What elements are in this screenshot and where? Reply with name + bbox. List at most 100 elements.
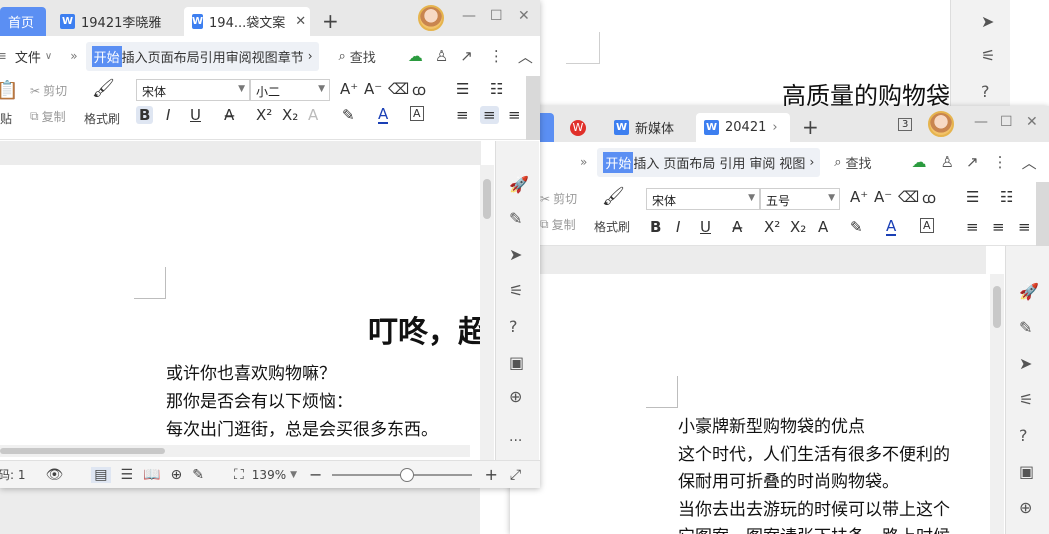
menu-icon[interactable]: ≡ — [0, 49, 7, 64]
pen-icon[interactable]: ✎ — [1019, 318, 1032, 337]
share-icon[interactable]: ↗ — [966, 153, 979, 171]
chevron-right-icon[interactable]: › — [308, 49, 313, 63]
menu-references[interactable]: 引用 — [719, 153, 745, 172]
doc-line[interactable]: 保耐用可折叠的时尚购物袋。 — [678, 467, 899, 492]
menu-view[interactable]: 视图 — [779, 153, 805, 172]
menu-home[interactable]: 开始 — [91, 45, 122, 67]
doc-line[interactable]: 这个时代，人们生活有很多不便利的 — [678, 440, 950, 465]
menu-insert[interactable]: 插入 — [122, 47, 148, 66]
align-right-icon[interactable]: ≡ — [508, 106, 521, 124]
bullet-list-icon[interactable]: ☰ — [456, 80, 469, 98]
zoom-value[interactable]: 139% — [252, 468, 286, 482]
format-painter-label[interactable]: 格式刷 — [594, 218, 630, 235]
number-list-icon[interactable]: ☷ — [490, 80, 503, 98]
ribbon-scroll-right[interactable] — [526, 76, 540, 140]
download-icon[interactable]: ⊕ — [509, 387, 522, 406]
doc-heading[interactable]: 叮咚，超 — [368, 307, 488, 351]
decrease-font-icon[interactable]: A⁻ — [874, 188, 892, 206]
superscript-icon[interactable]: X² — [256, 106, 272, 124]
chevron-down-icon[interactable]: ▼ — [290, 470, 297, 480]
font-color-icon[interactable]: A — [886, 218, 897, 236]
new-tab-plus-icon[interactable]: + — [322, 9, 339, 33]
doc-line[interactable]: 小豪牌新型购物袋的优点 — [678, 412, 865, 437]
font-color-icon[interactable]: A — [378, 106, 389, 124]
doc-line[interactable]: 它图案、图案请张下扶条，路上时候 — [678, 522, 950, 534]
font-family-select[interactable]: 宋体 ▼ — [136, 79, 250, 101]
zoom-slider-knob[interactable] — [400, 467, 415, 482]
bullet-list-icon[interactable]: ☰ — [966, 188, 979, 206]
minimize-icon[interactable]: — — [974, 114, 988, 130]
menu-review[interactable]: 审阅 — [226, 47, 252, 66]
horizontal-scrollbar-thumb[interactable] — [0, 448, 165, 454]
zoom-slider[interactable] — [332, 467, 473, 482]
page-indicator[interactable]: 码: 1 — [0, 466, 26, 483]
eye-icon[interactable]: 👁 — [46, 467, 64, 483]
align-right-icon[interactable]: ≡ — [1018, 218, 1031, 236]
menu-references[interactable]: 引用 — [200, 47, 226, 66]
menu-insert[interactable]: 插入 — [633, 153, 659, 172]
align-center-icon[interactable]: ≡ — [480, 106, 499, 124]
user-avatar[interactable] — [418, 5, 444, 31]
right-tab-newmedia[interactable]: W 新媒体 — [606, 113, 682, 142]
rocket-icon[interactable]: 🚀 — [509, 175, 529, 194]
maximize-icon[interactable]: ☐ — [1000, 114, 1013, 130]
menu-home[interactable]: 开始 — [603, 151, 634, 173]
cut-button[interactable]: ✂ 剪切 — [540, 190, 577, 207]
menu-view[interactable]: 视图 — [252, 47, 278, 66]
copy-button[interactable]: ⧉ 复制 — [540, 216, 576, 233]
fit-page-icon[interactable]: ⛶ — [234, 467, 244, 483]
menu-chapter[interactable]: 章节 — [278, 47, 304, 66]
format-painter-icon[interactable]: 🖌 — [602, 186, 625, 207]
italic-icon[interactable]: I — [676, 218, 680, 236]
italic-icon[interactable]: I — [166, 106, 170, 124]
menu-layout[interactable]: 页面布局 — [148, 47, 200, 66]
strikethrough-icon[interactable]: A̶ — [224, 106, 234, 124]
add-user-icon[interactable]: ♙ — [435, 47, 448, 65]
help-icon[interactable]: ? — [509, 317, 518, 336]
write-mode-icon[interactable]: ✎ — [192, 467, 204, 483]
sliders-icon[interactable]: ⚟ — [981, 46, 995, 65]
cloud-sync-icon[interactable]: ☁ — [912, 153, 927, 171]
font-size-select[interactable]: 小二 ▼ — [250, 79, 330, 101]
font-size-select[interactable]: 五号 ▼ — [760, 188, 840, 210]
web-view-icon[interactable]: ⊕ — [171, 467, 183, 483]
cut-button[interactable]: ✂ 剪切 — [30, 82, 67, 99]
page-view-icon[interactable]: ▤ — [91, 466, 111, 483]
cursor-icon[interactable]: ➤ — [1019, 354, 1032, 373]
sliders-icon[interactable]: ⚟ — [1019, 390, 1033, 409]
file-menu[interactable]: 文件 — [15, 47, 41, 66]
search-button[interactable]: ⌕ 查找 — [834, 153, 871, 172]
char-border-icon[interactable]: A — [410, 106, 424, 121]
bold-icon[interactable]: B — [650, 218, 661, 236]
rocket-icon[interactable]: 🚀 — [1019, 282, 1039, 301]
close-tab-icon[interactable]: ✕ — [295, 14, 306, 29]
tab-active-doc[interactable]: W 194...袋文案 ✕ — [184, 7, 310, 36]
format-painter-icon[interactable]: 🖌 — [92, 78, 115, 99]
increase-font-icon[interactable]: A⁺ — [850, 188, 868, 206]
right-wps-tab[interactable]: W — [562, 113, 594, 142]
phonetic-icon[interactable]: ꭃ — [412, 80, 426, 100]
superscript-icon[interactable]: X² — [764, 218, 780, 236]
image-edit-icon[interactable]: ▣ — [1019, 462, 1034, 481]
increase-font-icon[interactable]: A⁺ — [340, 80, 358, 98]
paste-label[interactable]: 贴 — [0, 110, 12, 127]
window-count-badge[interactable]: 3 — [898, 118, 913, 131]
subscript-icon[interactable]: X₂ — [790, 218, 806, 236]
right-vertical-scrollbar[interactable] — [990, 274, 1004, 534]
text-effect-icon[interactable]: A — [818, 218, 828, 236]
clear-format-icon[interactable]: ⌫ — [388, 80, 409, 98]
cursor-icon[interactable]: ➤ — [509, 245, 522, 264]
decrease-font-icon[interactable]: A⁻ — [364, 80, 382, 98]
more-menu-icon[interactable]: ⋮ — [993, 153, 1008, 171]
download-icon[interactable]: ⊕ — [1019, 498, 1032, 517]
minimize-icon[interactable]: — — [462, 8, 476, 24]
underline-icon[interactable]: U — [700, 218, 711, 236]
highlight-icon[interactable]: ✎ — [850, 218, 863, 236]
close-window-icon[interactable]: ✕ — [1026, 114, 1038, 130]
scrollbar-thumb[interactable] — [483, 179, 491, 219]
clear-format-icon[interactable]: ⌫ — [898, 188, 919, 206]
ribbon-scroll-right[interactable] — [1036, 182, 1049, 246]
phonetic-icon[interactable]: ꭃ — [922, 188, 936, 208]
close-window-icon[interactable]: ✕ — [518, 8, 530, 24]
add-user-icon[interactable]: ♙ — [941, 153, 954, 171]
